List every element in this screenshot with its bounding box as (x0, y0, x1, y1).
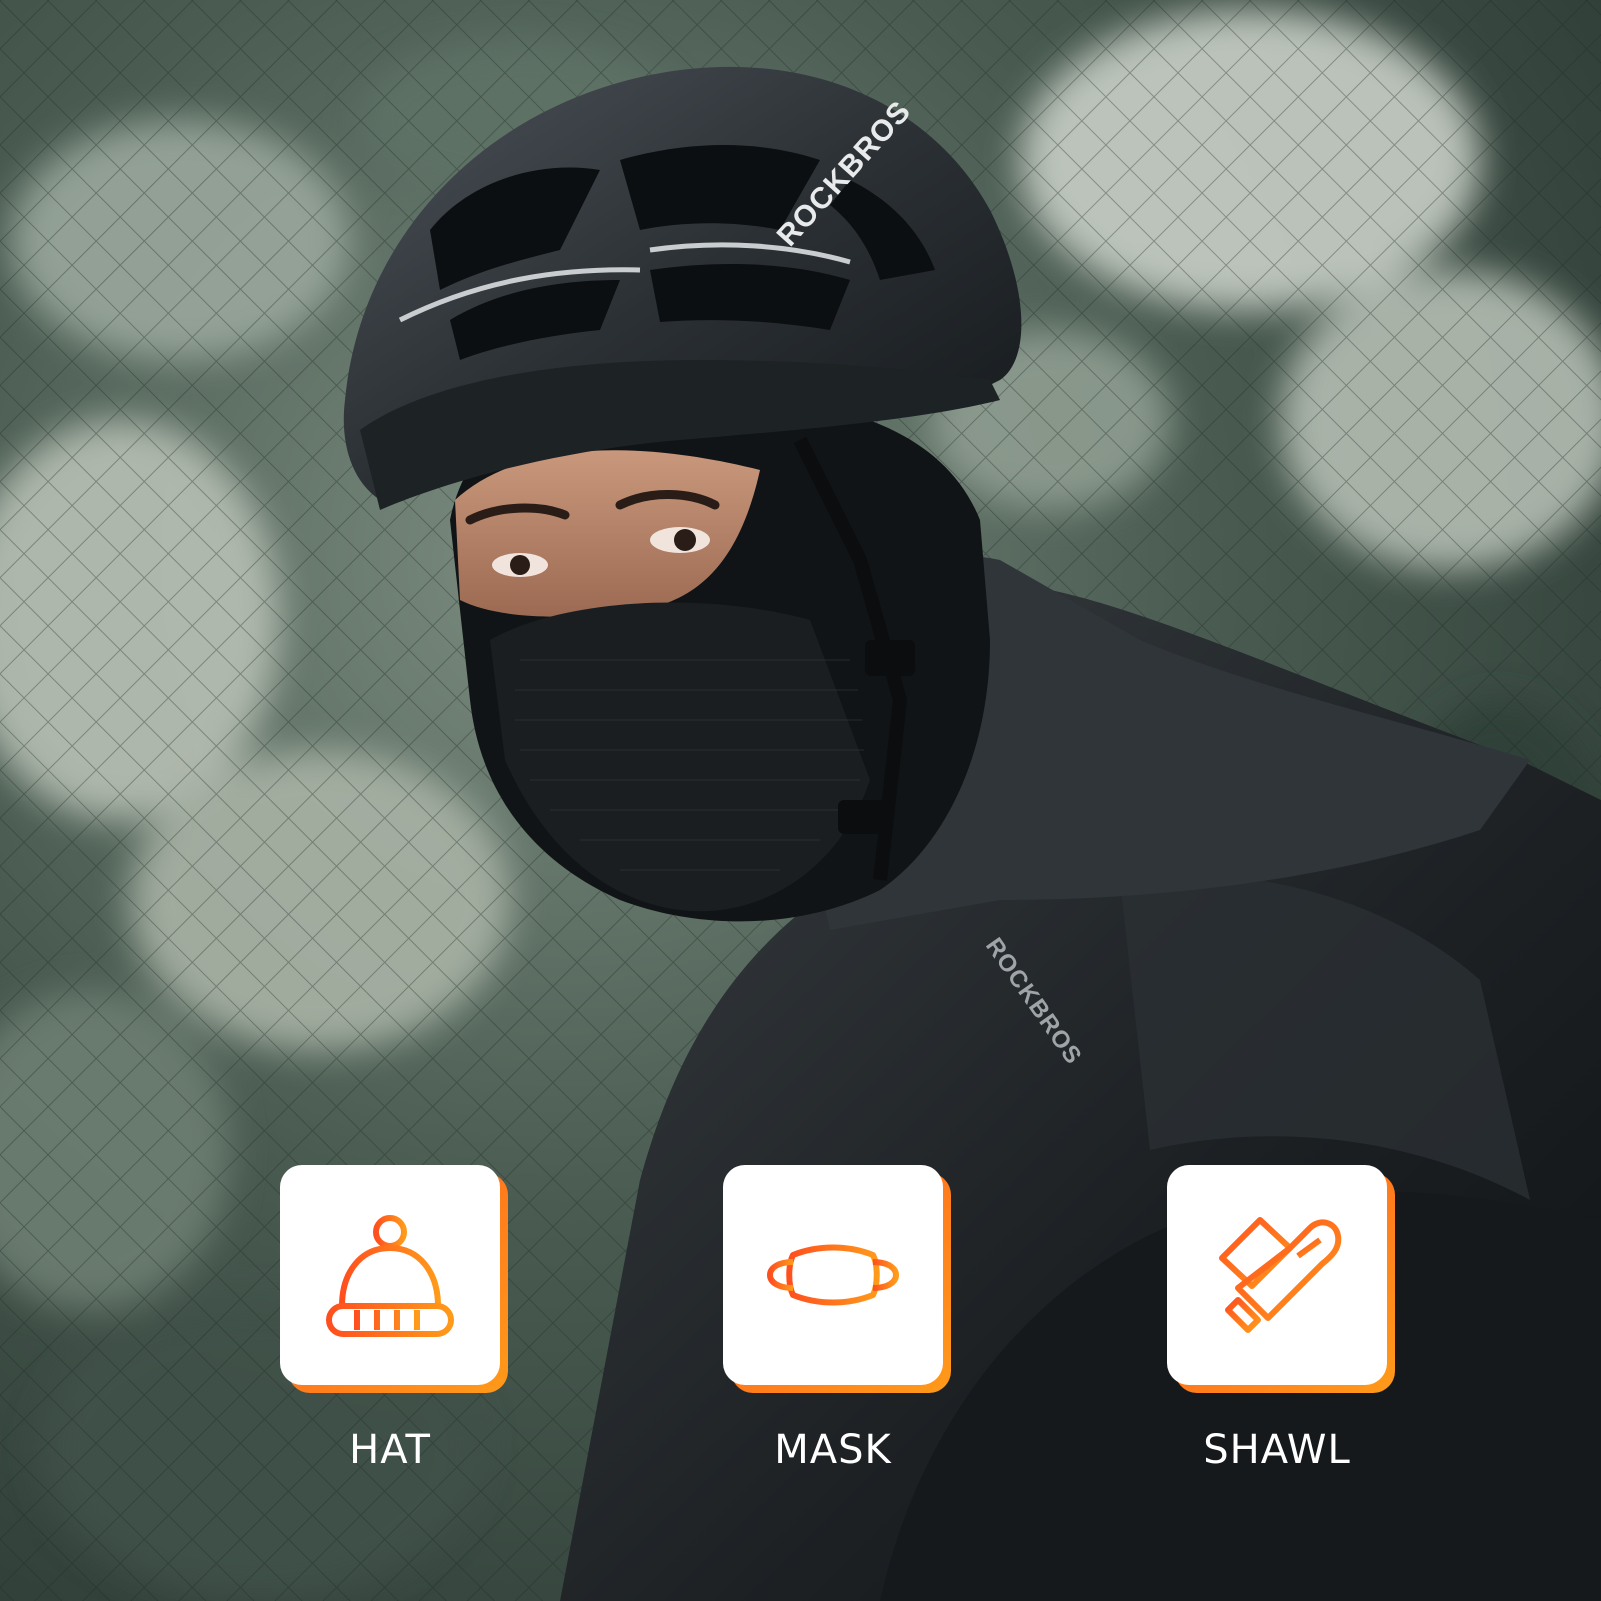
feature-label: SHAWL (1203, 1427, 1351, 1473)
feature-card (1167, 1165, 1387, 1385)
feature-card (723, 1165, 943, 1385)
scarf-shawl-icon (1219, 1217, 1342, 1333)
feature-card (280, 1165, 500, 1385)
beanie-hat-icon (326, 1215, 454, 1337)
face-mask-icon (767, 1244, 899, 1306)
feature-label: MASK (774, 1427, 892, 1473)
feature-label: HAT (349, 1427, 431, 1473)
feature-list: HAT MASK SHAWL (0, 0, 1601, 1601)
product-image: ROCKBROS ROCKBROS HAT MASK SHAWL (0, 0, 1601, 1601)
